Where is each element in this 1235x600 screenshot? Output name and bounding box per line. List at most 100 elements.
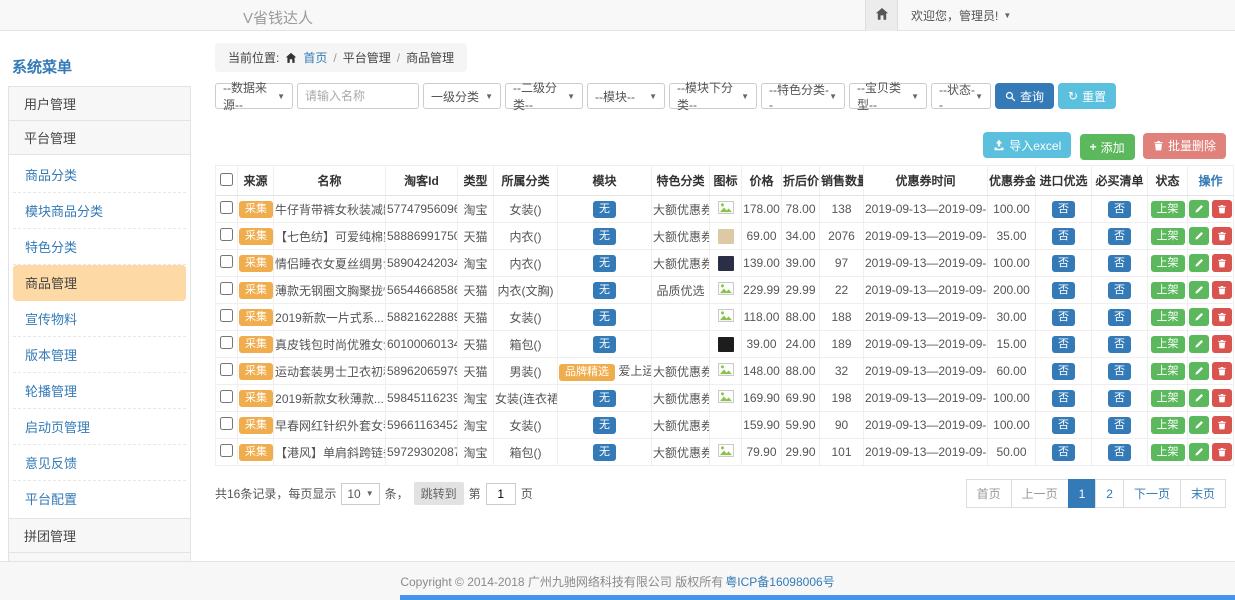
row-checkbox[interactable] xyxy=(220,255,233,268)
add-button[interactable]: + 添加 xyxy=(1080,134,1135,160)
must-buy-badge[interactable]: 否 xyxy=(1108,390,1131,407)
edit-button[interactable] xyxy=(1189,281,1209,299)
row-checkbox[interactable] xyxy=(220,336,233,349)
must-buy-badge[interactable]: 否 xyxy=(1108,282,1131,299)
must-buy-badge[interactable]: 否 xyxy=(1108,228,1131,245)
must-buy-badge[interactable]: 否 xyxy=(1108,363,1131,380)
status-badge[interactable]: 上架 xyxy=(1151,201,1185,218)
row-checkbox[interactable] xyxy=(220,363,233,376)
sidebar-item-5[interactable]: 商品管理 xyxy=(13,265,186,301)
must-buy-badge[interactable]: 否 xyxy=(1108,255,1131,272)
edit-button[interactable] xyxy=(1189,227,1209,245)
page-1-button[interactable]: 1 xyxy=(1068,479,1097,508)
delete-button[interactable] xyxy=(1212,227,1232,245)
filter-select-level1-category[interactable]: 一级分类▼ xyxy=(423,83,501,109)
breadcrumb-home-link[interactable]: 首页 xyxy=(303,49,327,66)
import-select-badge[interactable]: 否 xyxy=(1052,309,1075,326)
sidebar-item-8[interactable]: 轮播管理 xyxy=(13,373,186,409)
import-select-badge[interactable]: 否 xyxy=(1052,228,1075,245)
must-buy-badge[interactable]: 否 xyxy=(1108,336,1131,353)
edit-button[interactable] xyxy=(1189,254,1209,272)
must-buy-badge[interactable]: 否 xyxy=(1108,444,1131,461)
import-select-badge[interactable]: 否 xyxy=(1052,417,1075,434)
delete-button[interactable] xyxy=(1212,335,1232,353)
breadcrumb-section[interactable]: 平台管理 xyxy=(343,49,391,66)
import-select-badge[interactable]: 否 xyxy=(1052,363,1075,380)
sidebar-item-0[interactable]: 用户管理 xyxy=(8,86,191,121)
must-buy-badge[interactable]: 否 xyxy=(1108,201,1131,218)
filter-select-feature-category[interactable]: --特色分类--▼ xyxy=(761,83,845,109)
sidebar-item-4[interactable]: 特色分类 xyxy=(13,229,186,265)
sidebar-item-7[interactable]: 版本管理 xyxy=(13,337,186,373)
delete-button[interactable] xyxy=(1212,308,1232,326)
delete-button[interactable] xyxy=(1212,254,1232,272)
batch-delete-button[interactable]: 批量删除 xyxy=(1143,133,1226,159)
sidebar-item-1[interactable]: 平台管理 xyxy=(8,120,191,155)
status-badge[interactable]: 上架 xyxy=(1151,444,1185,461)
filter-select-data-source[interactable]: --数据来源--▼ xyxy=(215,83,293,109)
icp-link[interactable]: 粤ICP备16098006号 xyxy=(725,573,834,590)
status-badge[interactable]: 上架 xyxy=(1151,363,1185,380)
delete-button[interactable] xyxy=(1212,389,1232,407)
import-select-badge[interactable]: 否 xyxy=(1052,255,1075,272)
jump-button[interactable]: 跳转到 xyxy=(414,482,464,505)
import-select-badge[interactable]: 否 xyxy=(1052,336,1075,353)
filter-select-module-subcategory[interactable]: --模块下分类--▼ xyxy=(669,83,757,109)
sidebar-item-9[interactable]: 启动页管理 xyxy=(13,409,186,445)
sidebar-item-10[interactable]: 意见反馈 xyxy=(13,445,186,481)
must-buy-badge[interactable]: 否 xyxy=(1108,309,1131,326)
search-button[interactable]: 查询 xyxy=(995,83,1054,109)
filter-select-level2-category[interactable]: --二级分类--▼ xyxy=(505,83,583,109)
delete-button[interactable] xyxy=(1212,281,1232,299)
delete-button[interactable] xyxy=(1212,416,1232,434)
filter-select-status[interactable]: --状态--▼ xyxy=(931,83,991,109)
delete-button[interactable] xyxy=(1212,362,1232,380)
delete-button[interactable] xyxy=(1212,200,1232,218)
status-badge[interactable]: 上架 xyxy=(1151,390,1185,407)
edit-button[interactable] xyxy=(1189,443,1209,461)
row-checkbox[interactable] xyxy=(220,201,233,214)
import-select-badge[interactable]: 否 xyxy=(1052,282,1075,299)
row-checkbox[interactable] xyxy=(220,390,233,403)
row-checkbox[interactable] xyxy=(220,228,233,241)
import-select-badge[interactable]: 否 xyxy=(1052,390,1075,407)
must-buy-badge[interactable]: 否 xyxy=(1108,417,1131,434)
edit-button[interactable] xyxy=(1189,200,1209,218)
home-button[interactable] xyxy=(865,0,898,31)
import-select-badge[interactable]: 否 xyxy=(1052,444,1075,461)
sidebar-item-6[interactable]: 宣传物料 xyxy=(13,301,186,337)
edit-button[interactable] xyxy=(1189,335,1209,353)
sidebar-item-11[interactable]: 平台配置 xyxy=(13,481,186,516)
filter-select-module[interactable]: --模块--▼ xyxy=(587,83,665,109)
per-page-select[interactable]: 10 ▼ xyxy=(341,483,379,505)
horizontal-scrollbar[interactable] xyxy=(400,595,1235,600)
edit-button[interactable] xyxy=(1189,416,1209,434)
user-menu[interactable]: 欢迎您，管理员! ▼ xyxy=(911,7,1011,24)
import-select-badge[interactable]: 否 xyxy=(1052,201,1075,218)
edit-button[interactable] xyxy=(1189,362,1209,380)
sidebar-item-2[interactable]: 商品分类 xyxy=(13,157,186,193)
import-excel-button[interactable]: 导入excel xyxy=(983,132,1071,158)
next-page-button[interactable]: 下一页 xyxy=(1123,479,1181,508)
reset-button[interactable]: ↻重置 xyxy=(1058,83,1116,109)
status-badge[interactable]: 上架 xyxy=(1151,309,1185,326)
filter-select-item-type[interactable]: --宝贝类型--▼ xyxy=(849,83,927,109)
status-badge[interactable]: 上架 xyxy=(1151,336,1185,353)
edit-button[interactable] xyxy=(1189,389,1209,407)
row-checkbox[interactable] xyxy=(220,444,233,457)
row-checkbox[interactable] xyxy=(220,282,233,295)
row-checkbox[interactable] xyxy=(220,309,233,322)
sidebar-item-3[interactable]: 模块商品分类 xyxy=(13,193,186,229)
delete-button[interactable] xyxy=(1212,443,1232,461)
status-badge[interactable]: 上架 xyxy=(1151,282,1185,299)
status-badge[interactable]: 上架 xyxy=(1151,228,1185,245)
status-badge[interactable]: 上架 xyxy=(1151,417,1185,434)
page-2-button[interactable]: 2 xyxy=(1095,479,1124,508)
last-page-button[interactable]: 末页 xyxy=(1180,479,1226,508)
row-checkbox[interactable] xyxy=(220,417,233,430)
name-search-input[interactable] xyxy=(297,83,419,109)
sidebar-item-12[interactable]: 拼团管理 xyxy=(8,518,191,553)
status-badge[interactable]: 上架 xyxy=(1151,255,1185,272)
edit-button[interactable] xyxy=(1189,308,1209,326)
select-all-checkbox[interactable] xyxy=(220,173,233,186)
